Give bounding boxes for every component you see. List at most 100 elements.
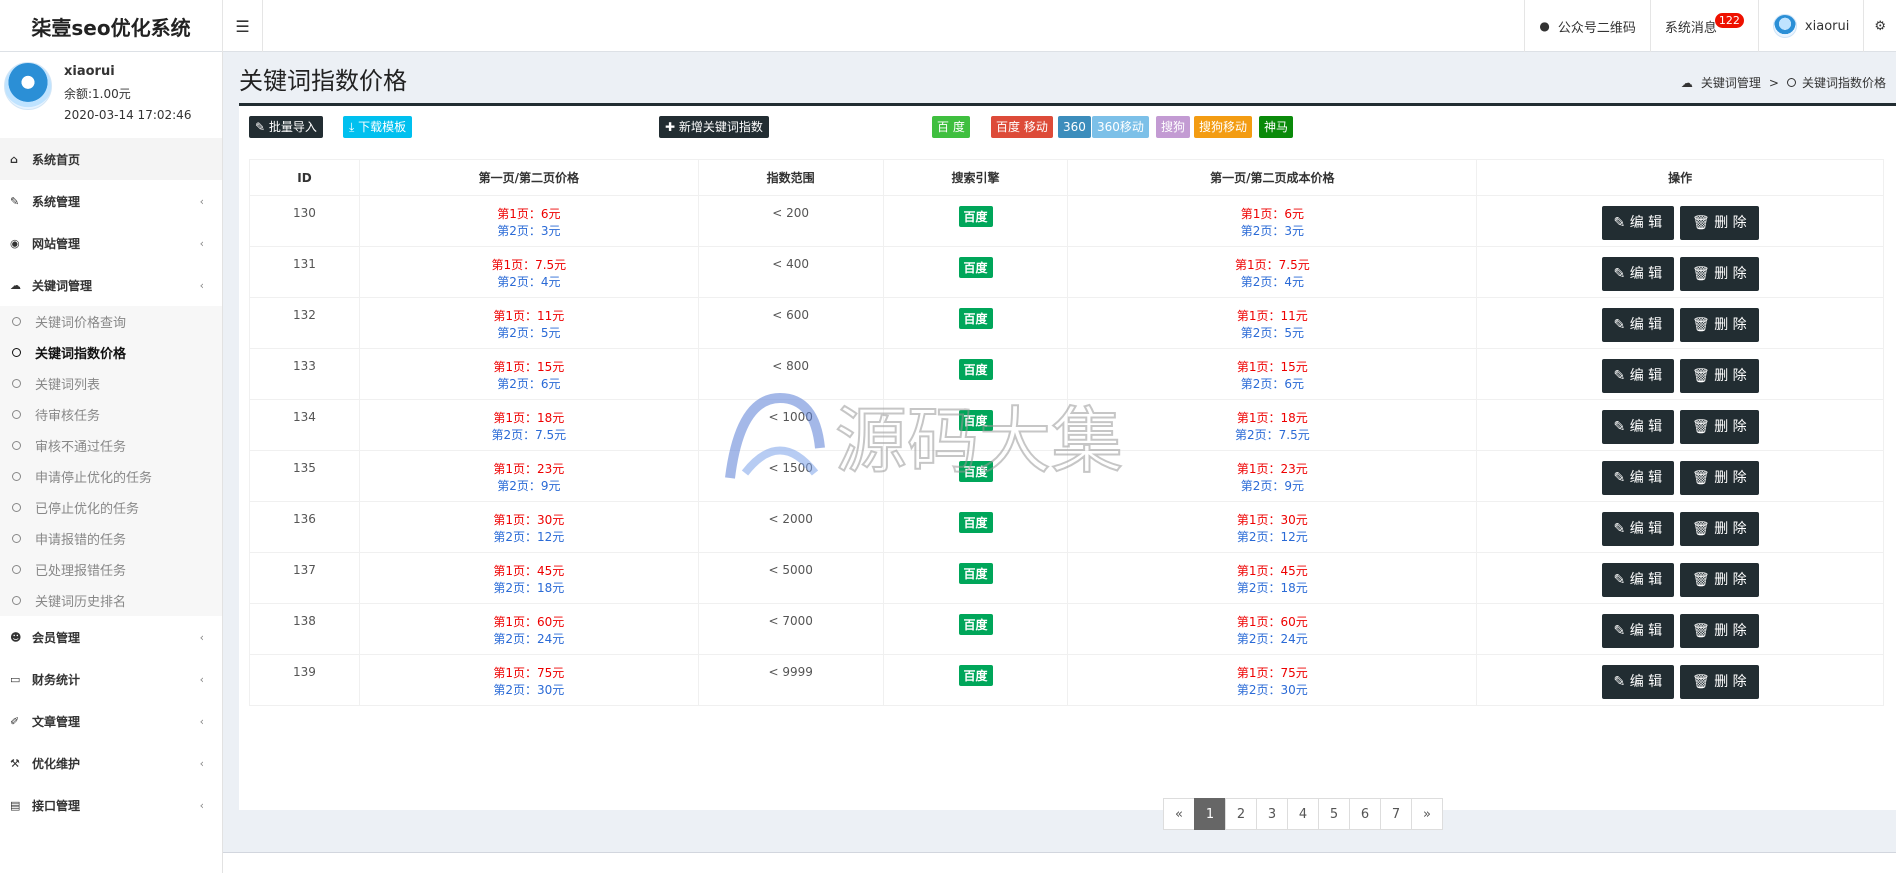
sub-item-stop-request[interactable]: 申请停止优化的任务 <box>0 461 222 492</box>
sidebar-item-home[interactable]: ⌂ 系统首页 <box>0 138 222 180</box>
column-header[interactable]: 第一页/第二页价格 <box>358 159 699 196</box>
edit-icon: ✎ <box>1613 368 1630 384</box>
qr-code-link[interactable]: ● 公众号二维码 <box>1524 0 1650 52</box>
pagination: «1 2 3 4 5 6 7» <box>1163 798 1443 830</box>
pagination-page-3[interactable]: 3 <box>1256 798 1288 830</box>
cell-cost: 第1页：60元 第2页：24元 <box>1067 603 1478 655</box>
delete-button[interactable]: 🗑 删 除 <box>1680 257 1759 291</box>
pagination-page-4[interactable]: 4 <box>1287 798 1319 830</box>
delete-label: 删 除 <box>1714 470 1747 486</box>
edit-button[interactable]: ✎ 编 辑 <box>1601 410 1675 444</box>
user-menu[interactable]: xiaorui <box>1757 0 1863 52</box>
engine-tag-sogou-mobile[interactable]: 搜狗移动 <box>1194 116 1253 138</box>
pagination-prev[interactable]: « <box>1163 798 1195 830</box>
engine-tag-360[interactable]: 360 <box>1058 116 1091 138</box>
column-header[interactable]: 指数范围 <box>697 159 884 196</box>
edit-button[interactable]: ✎ 编 辑 <box>1601 359 1675 393</box>
home-icon: ⌂ <box>10 152 18 166</box>
sidebar-item-finance[interactable]: ▭ 财务统计 ‹ <box>0 658 222 700</box>
cell-range: < 1500 <box>697 450 884 502</box>
breadcrumb-parent[interactable]: 关键词管理 <box>1701 74 1761 91</box>
sidebar-toggle-button[interactable]: ☰ <box>223 0 263 52</box>
edit-button[interactable]: ✎ 编 辑 <box>1601 461 1675 495</box>
sidebar-item-system[interactable]: ✎ 系统管理 ‹ <box>0 180 222 222</box>
delete-button[interactable]: 🗑 删 除 <box>1680 512 1759 546</box>
sidebar-item-maintenance[interactable]: ⚒ 优化维护 ‹ <box>0 742 222 784</box>
column-header[interactable]: 搜索引擎 <box>882 159 1069 196</box>
pagination-page-1[interactable]: 1 <box>1194 798 1226 830</box>
delete-button[interactable]: 🗑 删 除 <box>1680 206 1759 240</box>
page-header: 关键词指数价格 ☁ 关键词管理 > 关键词指数价格 <box>223 52 1896 104</box>
pagination-page-6[interactable]: 6 <box>1349 798 1381 830</box>
edit-button[interactable]: ✎ 编 辑 <box>1601 257 1675 291</box>
engine-badge: 百度 <box>958 308 993 329</box>
batch-import-button[interactable]: ✎ 批量导入 <box>249 116 323 138</box>
edit-button[interactable]: ✎ 编 辑 <box>1601 206 1675 240</box>
sub-item-error-request[interactable]: 申请报错的任务 <box>0 523 222 554</box>
sub-item-index-price[interactable]: 关键词指数价格 <box>0 337 222 368</box>
sub-item-stopped[interactable]: 已停止优化的任务 <box>0 492 222 523</box>
delete-label: 删 除 <box>1714 521 1747 537</box>
page1-price: 第1页：7.5元 <box>491 258 567 272</box>
edit-button[interactable]: ✎ 编 辑 <box>1601 308 1675 342</box>
column-header[interactable]: ID <box>249 159 360 196</box>
sub-item-rank-history[interactable]: 关键词历史排名 <box>0 585 222 616</box>
engine-tag-baidu[interactable]: 百 度 <box>932 116 970 138</box>
page2-price: 第2页：7.5元 <box>491 428 567 442</box>
engine-tag-baidu-mobile[interactable]: 百度 移动 <box>991 116 1053 138</box>
column-header[interactable]: 第一页/第二页成本价格 <box>1067 159 1478 196</box>
edit-button[interactable]: ✎ 编 辑 <box>1601 665 1675 699</box>
delete-button[interactable]: 🗑 删 除 <box>1680 410 1759 444</box>
cell-engine: 百度 <box>882 246 1069 298</box>
pagination-page-7[interactable]: 7 <box>1380 798 1412 830</box>
trash-icon: 🗑 <box>1692 266 1715 282</box>
delete-button[interactable]: 🗑 删 除 <box>1680 665 1759 699</box>
sub-item-pending[interactable]: 待审核任务 <box>0 399 222 430</box>
page1-cost: 第1页：60元 <box>1236 615 1308 629</box>
engine-tag-360-mobile[interactable]: 360移动 <box>1092 116 1149 138</box>
page1-price: 第1页：60元 <box>493 615 565 629</box>
edit-icon: ✎ <box>1613 419 1630 435</box>
engine-badge: 百度 <box>958 206 993 227</box>
sidebar-item-api[interactable]: ▤ 接口管理 ‹ <box>0 784 222 826</box>
sub-item-error-handled[interactable]: 已处理报错任务 <box>0 554 222 585</box>
delete-button[interactable]: 🗑 删 除 <box>1680 308 1759 342</box>
page1-cost: 第1页：75元 <box>1236 666 1308 680</box>
trash-icon: 🗑 <box>1692 317 1715 333</box>
delete-button[interactable]: 🗑 删 除 <box>1680 359 1759 393</box>
edit-button[interactable]: ✎ 编 辑 <box>1601 512 1675 546</box>
pagination-page-5[interactable]: 5 <box>1318 798 1350 830</box>
page1-cost: 第1页：15元 <box>1236 360 1308 374</box>
download-template-button[interactable]: ⤓ 下载模板 <box>343 116 413 138</box>
page1-price: 第1页：45元 <box>493 564 565 578</box>
edit-button[interactable]: ✎ 编 辑 <box>1601 614 1675 648</box>
cell-actions: ✎ 编 辑 🗑 删 除 <box>1476 297 1884 349</box>
add-keyword-index-button[interactable]: ✚ 新增关键词指数 <box>659 116 769 138</box>
delete-button[interactable]: 🗑 删 除 <box>1680 563 1759 597</box>
sub-item-keyword-list[interactable]: 关键词列表 <box>0 368 222 399</box>
trash-icon: 🗑 <box>1692 470 1715 486</box>
sidebar-item-articles[interactable]: ✐ 文章管理 ‹ <box>0 700 222 742</box>
sidebar-item-website[interactable]: ◉ 网站管理 ‹ <box>0 222 222 264</box>
page1-cost: 第1页：23元 <box>1236 462 1308 476</box>
messages-link[interactable]: 系统消息 122 <box>1649 0 1758 52</box>
delete-button[interactable]: 🗑 删 除 <box>1680 614 1759 648</box>
edit-icon: ✎ <box>1613 470 1630 486</box>
pagination-next[interactable]: » <box>1411 798 1443 830</box>
sidebar-item-members[interactable]: ☻ 会员管理 ‹ <box>0 616 222 658</box>
cell-engine: 百度 <box>882 501 1069 553</box>
table-row: 139 第1页：75元 第2页：30元 < 9999 百度 第1页：75元 第2… <box>249 654 1884 706</box>
app-logo[interactable]: 柒壹seo优化系统 <box>0 0 223 52</box>
engine-tag-shenma[interactable]: 神马 <box>1259 116 1294 138</box>
delete-button[interactable]: 🗑 删 除 <box>1680 461 1759 495</box>
cell-cost: 第1页：30元 第2页：12元 <box>1067 501 1478 553</box>
pagination-page-2[interactable]: 2 <box>1225 798 1257 830</box>
engine-tag-sogou[interactable]: 搜狗 <box>1156 116 1191 138</box>
edit-button[interactable]: ✎ 编 辑 <box>1601 563 1675 597</box>
sidebar-item-keywords[interactable]: ☁ 关键词管理 ‹ <box>0 264 222 306</box>
page1-price: 第1页：23元 <box>493 462 565 476</box>
settings-button[interactable]: ⚙ <box>1863 0 1896 52</box>
chevron-left-icon: ‹ <box>199 630 204 644</box>
sub-item-price-query[interactable]: 关键词价格查询 <box>0 306 222 337</box>
sub-item-rejected[interactable]: 审核不通过任务 <box>0 430 222 461</box>
